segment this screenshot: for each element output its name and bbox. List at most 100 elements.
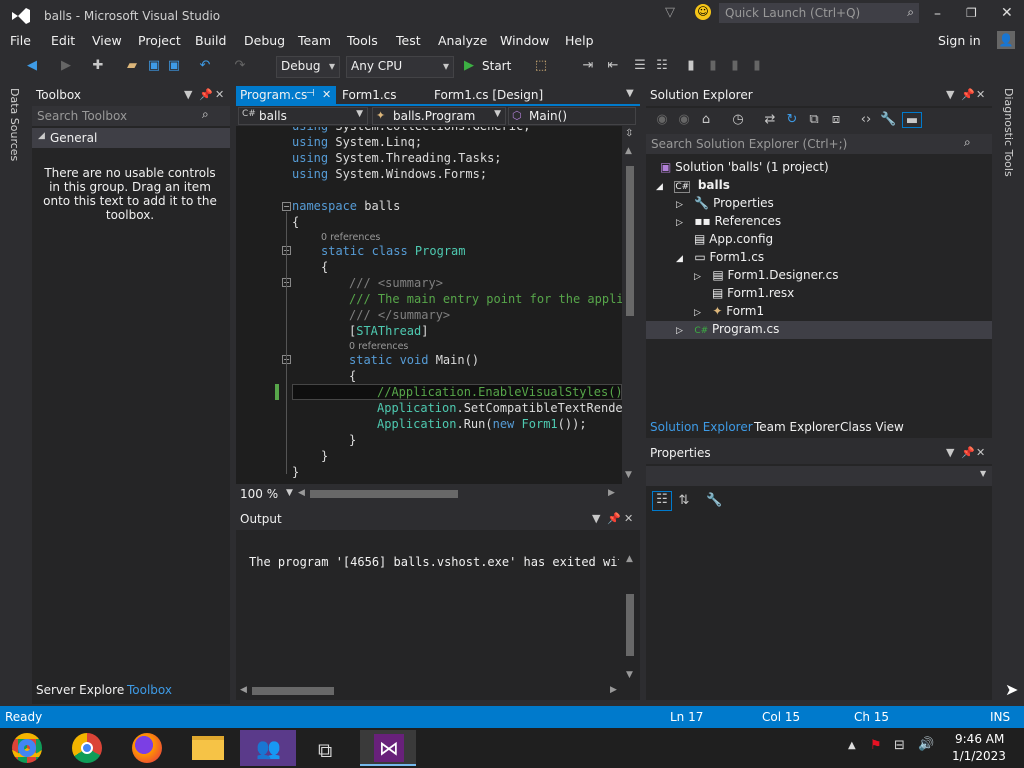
pin-icon[interactable]: 📌: [199, 88, 213, 101]
scroll-down-icon[interactable]: ▼: [625, 470, 632, 480]
feedback-smiley-icon[interactable]: ☺: [695, 4, 711, 20]
save-all-icon[interactable]: ▣: [166, 58, 182, 74]
menu-edit[interactable]: Edit: [51, 33, 75, 48]
close-button[interactable]: ✕: [1001, 5, 1013, 21]
taskbar-app-chrome[interactable]: [60, 730, 116, 766]
class-nav-select[interactable]: ✦ balls.Program ▼: [372, 107, 506, 125]
scroll-thumb[interactable]: [626, 166, 634, 316]
categorized-icon[interactable]: ☷: [652, 491, 672, 511]
maximize-button[interactable]: ❐: [966, 6, 977, 20]
properties-icon[interactable]: 🔧: [880, 112, 896, 128]
toolbox-group-general[interactable]: ◢ General: [32, 128, 230, 148]
pin-icon[interactable]: 📌: [961, 88, 975, 101]
member-nav-select[interactable]: ⬡ Main(): [508, 107, 636, 125]
zoom-level[interactable]: 100 %: [240, 487, 278, 501]
sign-in-link[interactable]: Sign in: [938, 33, 981, 48]
menu-project[interactable]: Project: [138, 33, 181, 48]
pin-icon[interactable]: 📌: [961, 446, 975, 459]
tree-item-app-config[interactable]: ▤ App.config: [694, 232, 773, 250]
tray-flag-icon[interactable]: ⚑: [870, 738, 882, 753]
alphabetical-icon[interactable]: ⇅: [676, 493, 692, 509]
menu-team[interactable]: Team: [298, 33, 331, 48]
menu-analyze[interactable]: Analyze: [438, 33, 487, 48]
home-icon[interactable]: ⌂: [698, 112, 714, 128]
tree-item-properties[interactable]: ▷ 🔧 Properties: [676, 196, 774, 214]
output-horizontal-scrollbar[interactable]: ◀ ▶: [238, 684, 620, 698]
toggle-icon[interactable]: ⇤: [605, 58, 621, 74]
chevron-down-icon[interactable]: ▼: [286, 488, 293, 498]
tab-form1-cs[interactable]: Form1.cs: [342, 88, 397, 102]
scroll-right-icon[interactable]: ▶: [610, 685, 617, 695]
scroll-up-icon[interactable]: ▲: [626, 554, 633, 564]
diagnostic-tools-tab[interactable]: Diagnostic Tools: [1002, 88, 1015, 177]
tab-class-view[interactable]: Class View: [840, 420, 904, 434]
menu-view[interactable]: View: [92, 33, 122, 48]
open-file-icon[interactable]: ▰: [124, 58, 140, 74]
preview-icon[interactable]: ▬: [902, 112, 922, 128]
save-icon[interactable]: ▣: [146, 58, 162, 74]
dropdown-icon[interactable]: ▼: [946, 88, 954, 101]
collapse-region-icon[interactable]: −: [282, 202, 291, 211]
tray-chevron-icon[interactable]: ▲: [848, 740, 856, 751]
menu-help[interactable]: Help: [565, 33, 594, 48]
tree-item-form1-cs[interactable]: ◢ ▭ Form1.cs: [676, 250, 764, 268]
split-icon[interactable]: ⇳: [625, 128, 633, 139]
tab-team-explorer[interactable]: Team Explorer: [754, 420, 840, 434]
output-vertical-scrollbar[interactable]: ▲ ▼: [622, 552, 638, 682]
taskbar-task-view[interactable]: ⧉: [300, 730, 356, 766]
close-icon[interactable]: ✕: [215, 88, 224, 101]
undo-icon[interactable]: ↶: [197, 58, 213, 74]
tree-item-form1-resx[interactable]: ▤ Form1.resx: [712, 286, 794, 304]
forward-icon[interactable]: ◉: [676, 112, 692, 128]
tab-toolbox[interactable]: Toolbox: [124, 681, 175, 699]
close-icon[interactable]: ✕: [322, 88, 331, 101]
comment-out-icon[interactable]: ☰: [632, 58, 648, 74]
solution-config-select[interactable]: Debug: [276, 56, 340, 78]
menu-test[interactable]: Test: [396, 33, 421, 48]
tray-clock-time[interactable]: 9:46 AM: [955, 732, 1004, 746]
close-icon[interactable]: ✕: [976, 446, 985, 459]
tab-solution-explorer[interactable]: Solution Explorer: [650, 420, 753, 434]
scroll-left-icon[interactable]: ◀: [240, 685, 247, 695]
pending-changes-icon[interactable]: ◷: [730, 112, 746, 128]
scroll-right-icon[interactable]: ▶: [608, 488, 615, 498]
filter-icon[interactable]: ▽: [665, 5, 675, 20]
bookmark-icon[interactable]: ▮: [683, 58, 699, 74]
tree-item-form1[interactable]: ▷ ✦ Form1: [694, 304, 764, 322]
scroll-thumb[interactable]: [626, 594, 634, 656]
taskbar-app-people[interactable]: 👥: [240, 730, 296, 766]
back-icon[interactable]: ◉: [654, 112, 670, 128]
scroll-up-icon[interactable]: ▲: [625, 146, 632, 156]
redo-icon[interactable]: ↷: [232, 58, 248, 74]
close-icon[interactable]: ✕: [624, 512, 633, 525]
taskbar-app-firefox[interactable]: [120, 730, 176, 766]
clear-bookmarks-icon[interactable]: ▮: [749, 58, 765, 74]
close-icon[interactable]: ✕: [976, 88, 985, 101]
forward-icon[interactable]: ▶: [58, 58, 74, 74]
toolbox-search-input[interactable]: Search Toolbox ⌕: [32, 106, 230, 126]
tray-network-icon[interactable]: ⊟: [894, 738, 905, 753]
tree-item-solution[interactable]: ▣ Solution 'balls' (1 project): [660, 160, 829, 178]
quick-launch-input[interactable]: Quick Launch (Ctrl+Q) ⌕: [719, 3, 919, 23]
horizontal-scroll-thumb[interactable]: [252, 687, 334, 695]
tree-item-program-cs[interactable]: ▷ C# Program.cs: [676, 322, 779, 340]
account-avatar[interactable]: 👤: [997, 31, 1015, 49]
tab-overflow-icon[interactable]: ▼: [626, 88, 634, 99]
pin-icon[interactable]: ⊣: [306, 88, 315, 99]
menu-build[interactable]: Build: [195, 33, 226, 48]
pin-icon[interactable]: 📌: [607, 512, 621, 525]
editor-vertical-scrollbar[interactable]: ⇳ ▲ ▼: [622, 126, 638, 484]
refresh-icon[interactable]: ↻: [784, 112, 800, 128]
menu-file[interactable]: File: [10, 33, 31, 48]
next-bookmark-icon[interactable]: ▮: [727, 58, 743, 74]
dropdown-icon[interactable]: ▼: [946, 446, 954, 459]
tree-item-references[interactable]: ▷ ▪▪ References: [676, 214, 781, 232]
dropdown-icon[interactable]: ▼: [184, 88, 192, 101]
show-all-files-icon[interactable]: ⧈: [828, 112, 844, 128]
tab-form1-design[interactable]: Form1.cs [Design]: [434, 88, 543, 102]
browser-link-icon[interactable]: ⬚: [533, 58, 549, 74]
project-nav-select[interactable]: C# balls ▼: [238, 107, 368, 125]
tree-item-form1-designer[interactable]: ▷ ▤ Form1.Designer.cs: [694, 268, 839, 286]
sync-icon[interactable]: ⇄: [762, 112, 778, 128]
collapse-all-icon[interactable]: ⧉: [806, 112, 822, 128]
